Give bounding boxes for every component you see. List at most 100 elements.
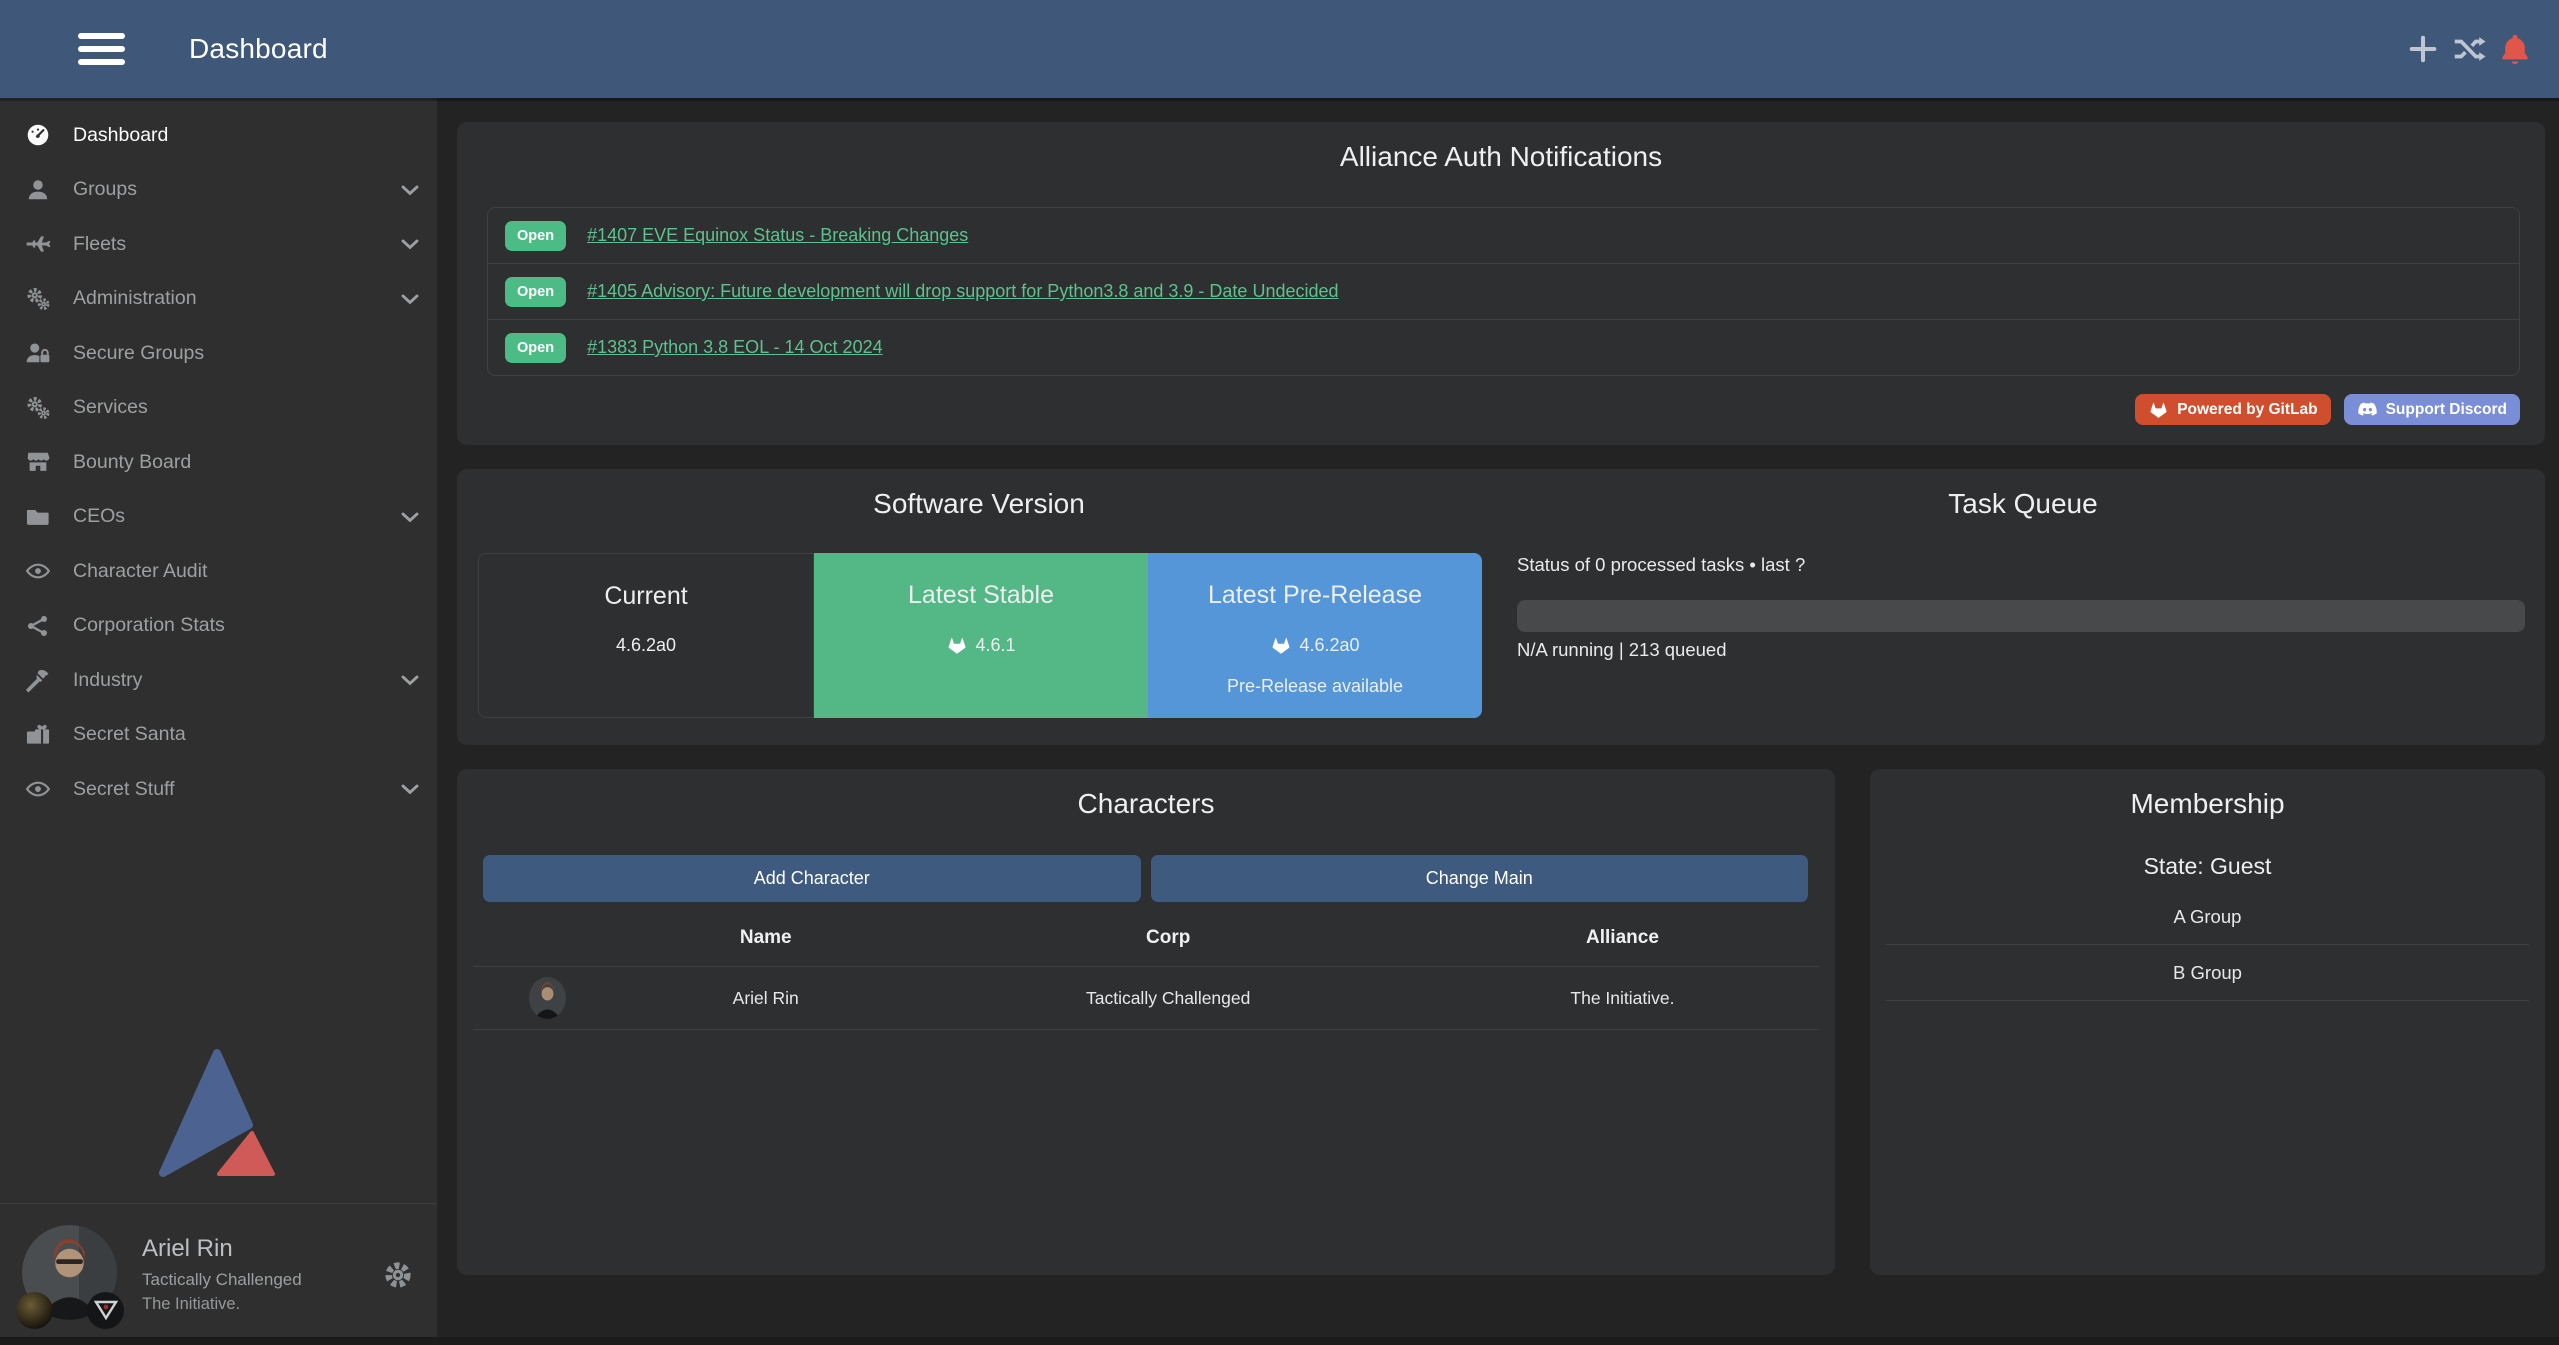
latest-pre-release-box: Latest Pre-Release 4.6.2a0 Pre-Release a…: [1148, 553, 1482, 718]
plus-icon[interactable]: [2405, 31, 2441, 67]
cogs-icon: [25, 286, 51, 312]
sidebar-item-administration[interactable]: Administration: [0, 272, 437, 327]
user-icon: [25, 177, 51, 203]
list-item: Open #1407 EVE Equinox Status - Breaking…: [488, 208, 2519, 264]
task-queue-title: Task Queue: [1501, 469, 2545, 520]
sidebar-item-secure-groups[interactable]: Secure Groups: [0, 326, 437, 381]
character-actions: Add Character Change Main: [483, 855, 1808, 902]
sidebar-item-groups[interactable]: Groups: [0, 163, 437, 218]
version-box-title: Current: [479, 582, 813, 611]
status-badge: Open: [505, 221, 566, 251]
character-portrait: [529, 977, 566, 1019]
notification-link[interactable]: #1407 EVE Equinox Status - Breaking Chan…: [587, 225, 968, 246]
eye-icon: [25, 776, 51, 802]
sidebar-item-label: Secret Stuff: [73, 778, 175, 801]
version-box-title: Latest Stable: [814, 581, 1148, 610]
version-box-title: Latest Pre-Release: [1148, 581, 1482, 610]
task-progress-bar: [1517, 600, 2525, 632]
sidebar-item-secret-stuff[interactable]: Secret Stuff: [0, 762, 437, 817]
character-corp: Tactically Challenged: [910, 988, 1426, 1009]
sidebar-item-character-audit[interactable]: Character Audit: [0, 544, 437, 599]
sidebar-item-label: Dashboard: [73, 124, 168, 147]
sidebar-item-bounty-board[interactable]: Bounty Board: [0, 435, 437, 490]
powered-by-gitlab-badge[interactable]: Powered by GitLab: [2135, 394, 2330, 425]
user-alliance: The Initiative.: [142, 1295, 302, 1314]
column-header-name: Name: [621, 927, 910, 949]
software-version-section: Software Version Current 4.6.2a0 Latest …: [457, 469, 1501, 745]
sidebar-item-secret-santa[interactable]: Secret Santa: [0, 708, 437, 763]
version-number: 4.6.2a0: [616, 635, 676, 656]
chevron-down-icon: [397, 286, 423, 312]
add-character-button[interactable]: Add Character: [483, 855, 1141, 902]
list-item: Open #1405 Advisory: Future development …: [488, 264, 2519, 320]
version-boxes: Current 4.6.2a0 Latest Stable 4.6.1 Late…: [478, 553, 1482, 718]
badge-label: Powered by GitLab: [2177, 401, 2317, 419]
software-version-title: Software Version: [457, 469, 1501, 520]
sidebar-item-ceos[interactable]: CEOs: [0, 490, 437, 545]
gitlab-icon: [2148, 399, 2169, 420]
bell-icon[interactable]: [2497, 31, 2533, 67]
characters-table: Name Corp Alliance Ariel Rin Tactically …: [473, 919, 1819, 1030]
task-queue-line: N/A running | 213 queued: [1517, 639, 1727, 661]
notification-link[interactable]: #1405 Advisory: Future development will …: [587, 281, 1338, 302]
current-version-box: Current 4.6.2a0: [478, 553, 814, 718]
sidebar-item-industry[interactable]: Industry: [0, 653, 437, 708]
sidebar-item-corporation-stats[interactable]: Corporation Stats: [0, 599, 437, 654]
sidebar-item-label: Secret Santa: [73, 723, 186, 746]
alliance-auth-dashboard: Dashboard Dashboard Groups Fleets: [0, 0, 2559, 1345]
sidebar-item-dashboard[interactable]: Dashboard: [0, 108, 437, 163]
notifications-list: Open #1407 EVE Equinox Status - Breaking…: [487, 207, 2520, 376]
fighter-jet-icon: [25, 231, 51, 257]
status-badge: Open: [505, 333, 566, 363]
shuffle-icon[interactable]: [2451, 31, 2487, 67]
chevron-down-icon: [397, 177, 423, 203]
sidebar-item-label: Corporation Stats: [73, 614, 225, 637]
latest-stable-box: Latest Stable 4.6.1: [814, 553, 1148, 718]
sidebar-item-label: Industry: [73, 669, 142, 692]
table-row: Ariel Rin Tactically Challenged The Init…: [473, 966, 1819, 1030]
change-main-button[interactable]: Change Main: [1151, 855, 1809, 902]
user-name: Ariel Rin: [142, 1235, 302, 1263]
character-name: Ariel Rin: [621, 988, 910, 1009]
sidebar-item-fleets[interactable]: Fleets: [0, 217, 437, 272]
chevron-down-icon: [397, 776, 423, 802]
gear-icon[interactable]: [381, 1258, 415, 1292]
page-title: Dashboard: [189, 33, 328, 65]
pre-release-note: Pre-Release available: [1148, 676, 1482, 697]
menu-toggle-button[interactable]: [78, 33, 125, 65]
user-corporation: Tactically Challenged: [142, 1270, 302, 1290]
alliance-auth-triangle-logo: [159, 1047, 279, 1177]
sidebar-item-label: Groups: [73, 178, 137, 201]
sidebar-item-label: CEOs: [73, 505, 125, 528]
characters-panel: Characters Add Character Change Main Nam…: [457, 769, 1835, 1275]
folder-icon: [25, 504, 51, 530]
tachometer-icon: [25, 122, 51, 148]
gitlab-icon: [946, 634, 968, 656]
bottom-edge-strip: [0, 1337, 2559, 1345]
table-header-row: Name Corp Alliance: [473, 919, 1819, 957]
user-info: Ariel Rin Tactically Challenged The Init…: [142, 1235, 302, 1314]
badge-label: Support Discord: [2386, 401, 2507, 419]
corp-logo-badge: [16, 1292, 53, 1329]
gifts-icon: [25, 722, 51, 748]
task-queue-section: Task Queue Status of 0 processed tasks •…: [1501, 469, 2545, 745]
version-number: 4.6.1: [975, 635, 1015, 656]
footer-badges: Powered by GitLab Support Discord: [2135, 394, 2520, 425]
sidebar-item-label: Bounty Board: [73, 451, 191, 474]
sidebar-item-services[interactable]: Services: [0, 381, 437, 436]
notification-link[interactable]: #1383 Python 3.8 EOL - 14 Oct 2024: [587, 337, 883, 358]
sidebar-item-label: Character Audit: [73, 560, 207, 583]
column-header-alliance: Alliance: [1426, 927, 1819, 949]
list-item: Open #1383 Python 3.8 EOL - 14 Oct 2024: [488, 320, 2519, 375]
support-discord-badge[interactable]: Support Discord: [2344, 394, 2520, 425]
store-icon: [25, 449, 51, 475]
notifications-title: Alliance Auth Notifications: [457, 122, 2545, 173]
cogs-icon: [25, 395, 51, 421]
sidebar-item-label: Fleets: [73, 233, 126, 256]
eye-icon: [25, 558, 51, 584]
list-item: A Group: [1886, 889, 2529, 945]
alliance-auth-notifications-panel: Alliance Auth Notifications Open #1407 E…: [457, 122, 2545, 445]
task-status-line: Status of 0 processed tasks • last ?: [1517, 554, 1805, 576]
column-header-corp: Corp: [910, 927, 1426, 949]
share-icon: [25, 613, 51, 639]
